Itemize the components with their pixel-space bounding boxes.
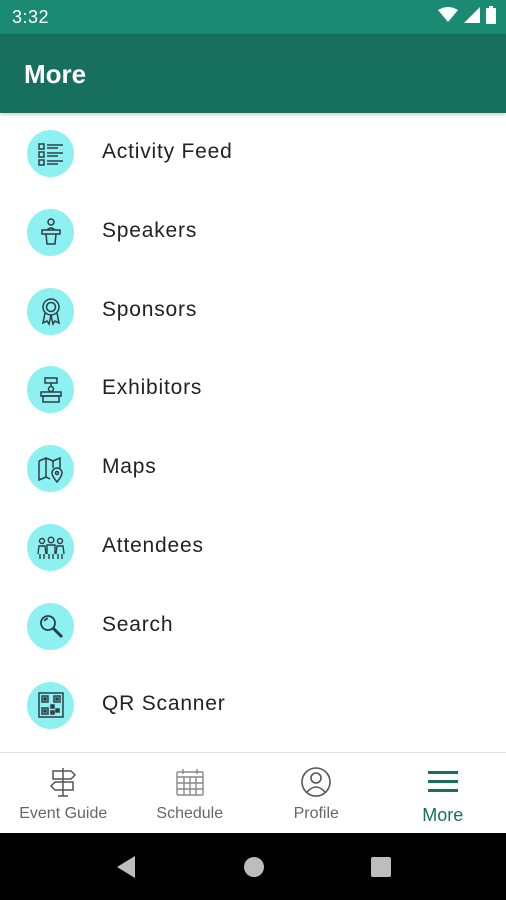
battery-icon: [486, 5, 496, 29]
menu-item-speakers[interactable]: Speakers: [0, 193, 506, 272]
back-icon[interactable]: [115, 855, 137, 884]
tab-schedule[interactable]: Schedule: [127, 753, 254, 833]
menu-item-label: Speakers: [102, 218, 198, 242]
qr-code-icon: [27, 681, 74, 729]
status-icons: [438, 5, 496, 29]
wifi-icon: [438, 6, 458, 28]
more-menu-list: Activity Feed Speakers Sponsors Exhibito…: [0, 114, 506, 744]
tab-profile[interactable]: Profile: [253, 753, 380, 833]
system-navigation-bar: [0, 833, 506, 900]
menu-item-maps[interactable]: Maps: [0, 429, 506, 508]
profile-icon: [299, 765, 333, 799]
menu-item-label: Maps: [102, 455, 157, 479]
tab-label: Schedule: [156, 805, 224, 822]
app-bar: More: [0, 34, 506, 113]
speaker-podium-icon: [27, 208, 74, 256]
page-title: More: [24, 59, 87, 89]
menu-item-label: QR Scanner: [102, 691, 226, 715]
menu-item-label: Search: [102, 612, 174, 636]
status-time: 3:32: [12, 7, 50, 27]
menu-item-label: Sponsors: [102, 297, 198, 321]
tab-label: Event Guide: [19, 805, 108, 822]
menu-item-qr-scanner[interactable]: QR Scanner: [0, 666, 506, 745]
recents-icon[interactable]: [370, 855, 392, 884]
award-ribbon-icon: [27, 287, 74, 335]
signpost-icon: [46, 765, 80, 799]
map-pin-icon: [27, 445, 74, 493]
hamburger-menu-icon: [426, 765, 460, 799]
calendar-icon: [173, 765, 207, 799]
tab-more[interactable]: More: [380, 753, 506, 833]
search-icon: [27, 602, 74, 650]
menu-item-label: Attendees: [102, 533, 204, 557]
people-group-icon: [27, 523, 74, 571]
tab-label: More: [422, 805, 464, 825]
menu-item-label: Exhibitors: [102, 376, 203, 400]
menu-item-search[interactable]: Search: [0, 587, 506, 666]
menu-item-sponsors[interactable]: Sponsors: [0, 272, 506, 351]
exhibitor-booth-icon: [27, 366, 74, 414]
bottom-navigation: Event Guide Schedule Profile More: [0, 752, 506, 833]
menu-item-attendees[interactable]: Attendees: [0, 508, 506, 587]
menu-item-activity-feed[interactable]: Activity Feed: [0, 114, 506, 193]
activity-feed-icon: [27, 130, 74, 177]
status-bar: 3:32: [0, 0, 506, 34]
tab-label: Profile: [293, 805, 339, 822]
menu-item-label: Activity Feed: [102, 140, 233, 163]
cell-signal-icon: [464, 6, 480, 28]
home-icon[interactable]: [243, 855, 265, 884]
menu-item-exhibitors[interactable]: Exhibitors: [0, 350, 506, 429]
tab-event-guide[interactable]: Event Guide: [0, 753, 127, 833]
